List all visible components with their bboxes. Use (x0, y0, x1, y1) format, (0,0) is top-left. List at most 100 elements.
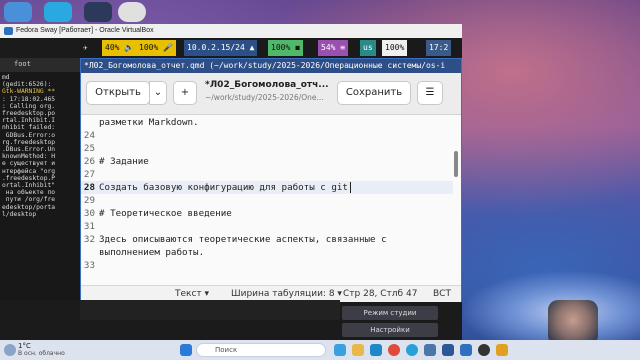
open-button[interactable]: Открыть (86, 81, 150, 105)
virtualbox-icon (4, 27, 13, 35)
line-text: # Теоретическое введение (99, 208, 232, 219)
editor-line: 25 (81, 142, 453, 155)
sway-status-bar: ✈ 40% 🔈 100% 🎤 10.0.2.15/24 ▲ 100% ◼ 54%… (78, 38, 462, 58)
memory-status: 54% ≡ (318, 40, 349, 56)
line-text: # Задание (99, 156, 149, 167)
line-number: 27 (83, 169, 95, 180)
terminal-line: GDBus.Error:o (2, 131, 56, 139)
terminal-line: rg.freedesktop (2, 138, 56, 146)
weather-temperature: 1°C (18, 342, 31, 350)
line-number: 26 (83, 156, 95, 167)
terminal-output: md (gedit:6526): Gtk-WARNING ** : 17:18:… (0, 72, 80, 220)
weather-icon[interactable] (4, 344, 16, 356)
terminal-line: : 17:18:02.465 (2, 95, 56, 103)
terminal-line: md (2, 74, 10, 81)
line-text: Здесь описываются теоретические аспекты,… (99, 234, 387, 245)
line-number: 31 (83, 221, 95, 232)
chrome-icon[interactable] (388, 344, 400, 356)
new-tab-button[interactable]: + (173, 81, 197, 105)
vk-icon[interactable] (424, 344, 436, 356)
windows-start-icon[interactable] (180, 344, 192, 356)
audio-mixer (80, 300, 340, 320)
settings-button[interactable]: Настройки (342, 323, 438, 337)
line-number: 24 (83, 130, 95, 141)
weather-description: В осн. облачно (18, 350, 65, 357)
desktop-icon-steam[interactable] (84, 2, 112, 22)
windows-taskbar: 1°C В осн. облачно Поиск (0, 340, 640, 360)
terminal-line: nhibit failed: (2, 124, 56, 132)
menu-icon[interactable]: ☰ (417, 81, 443, 105)
terminal-line: на объекте по (2, 189, 56, 197)
explorer-icon[interactable] (352, 344, 364, 356)
brightness-status: 100% (382, 40, 408, 56)
line-number: 30 (83, 208, 95, 219)
terminal-line: е существует и (2, 160, 56, 168)
editor-line: 29 (81, 194, 453, 207)
editor-line: 24 (81, 129, 453, 142)
text-editor[interactable]: разметки Markdown. 24 25 26 # Задание 27 … (81, 116, 453, 284)
editor-line: 31 (81, 220, 453, 233)
terminal-line: нтерфейса "org (2, 167, 56, 175)
line-number: 32 (83, 234, 95, 245)
tab-width-selector[interactable]: Ширина табуляции: 8 ▾ (231, 289, 342, 299)
save-button[interactable]: Сохранить (337, 81, 411, 105)
language-selector[interactable]: Текст ▾ (175, 289, 209, 299)
desktop-icon-app[interactable] (118, 2, 146, 22)
editor-current-line: 28 Создать базовую конфигурацию для работ… (81, 181, 453, 194)
clock: 17:2 (426, 40, 452, 56)
audio-status: 40% 🔈 100% 🎤 (102, 40, 177, 56)
line-text: разметки Markdown. (99, 117, 199, 128)
line-number: 33 (83, 260, 95, 271)
terminal-line: .freedesktop.P (2, 174, 56, 182)
cursor-position: Стр 28, Стлб 47 (343, 289, 418, 299)
terminal-line: пути /org/fre (2, 196, 56, 204)
airplane-icon: ✈ (80, 40, 91, 56)
studio-mode-button[interactable]: Режим студии (342, 306, 438, 320)
network-status: 10.0.2.15/24 ▲ (184, 40, 258, 56)
taskbar-search[interactable]: Поиск (196, 343, 326, 357)
terminal-line: l/desktop (2, 210, 37, 218)
search-placeholder: Поиск (215, 346, 238, 354)
desktop-icon-edge[interactable] (44, 2, 72, 22)
terminal-line: .DBus.Error.Un (2, 146, 56, 154)
terminal-line: freedesktop.po (2, 110, 56, 118)
document-title: *Л02_Богомолова_отч... (205, 80, 329, 90)
terminal-line: Gtk-WARNING ** (2, 88, 56, 96)
editor-scrollbar[interactable] (454, 151, 458, 177)
editor-line: разметки Markdown. (81, 116, 453, 129)
line-number: 28 (83, 182, 95, 193)
keyboard-layout: us (360, 40, 376, 56)
obs-icon[interactable] (478, 344, 490, 356)
gedit-titlebar[interactable]: *Л02_Богомолова_отчет.qmd (~/work/study/… (81, 59, 461, 73)
virtualbox-taskbar-icon[interactable] (460, 344, 472, 356)
editor-line: 27 (81, 168, 453, 181)
insert-mode: ВСТ (433, 289, 451, 299)
text-caret (349, 182, 351, 193)
virtualbox-title: Fedora Sway [Работает] - Oracle VirtualB… (16, 27, 154, 34)
terminal-line: rtal.Inhibit.I (2, 117, 56, 125)
yandex-icon[interactable] (496, 344, 508, 356)
telegram-icon[interactable] (406, 344, 418, 356)
editor-line: 33 (81, 259, 453, 272)
battery-status: 100% ◼ (268, 40, 303, 56)
terminal-line: edesktop/porta (2, 203, 56, 211)
line-text: выполнением работы. (99, 247, 205, 258)
document-path: ~/work/study/2025-2026/One... (205, 93, 324, 102)
editor-line: 32 Здесь описываются теоретические аспект… (81, 233, 453, 246)
desktop-icon-computer[interactable] (4, 2, 32, 22)
gedit-headerbar: Открыть ⌄ + *Л02_Богомолова_отч... ~/wor… (81, 73, 461, 115)
word-icon[interactable] (442, 344, 454, 356)
virtualbox-titlebar[interactable]: Fedora Sway [Работает] - Oracle VirtualB… (0, 24, 462, 38)
edge-icon[interactable] (370, 344, 382, 356)
terminal-line: ortal.Inhibit" (2, 182, 56, 190)
terminal-line: (gedit:6526): (2, 81, 52, 89)
open-dropdown-button[interactable]: ⌄ (149, 81, 167, 105)
line-text: Создать базовую конфигурацию для работы … (99, 181, 351, 194)
widgets-icon[interactable] (334, 344, 346, 356)
line-number: 29 (83, 195, 95, 206)
editor-line: 26 # Задание (81, 155, 453, 168)
line-number: 25 (83, 143, 95, 154)
editor-line: выполнением работы. (81, 246, 453, 259)
terminal-window[interactable]: foot md (gedit:6526): Gtk-WARNING ** : 1… (0, 58, 80, 300)
terminal-line: : Calling org. (2, 102, 56, 110)
